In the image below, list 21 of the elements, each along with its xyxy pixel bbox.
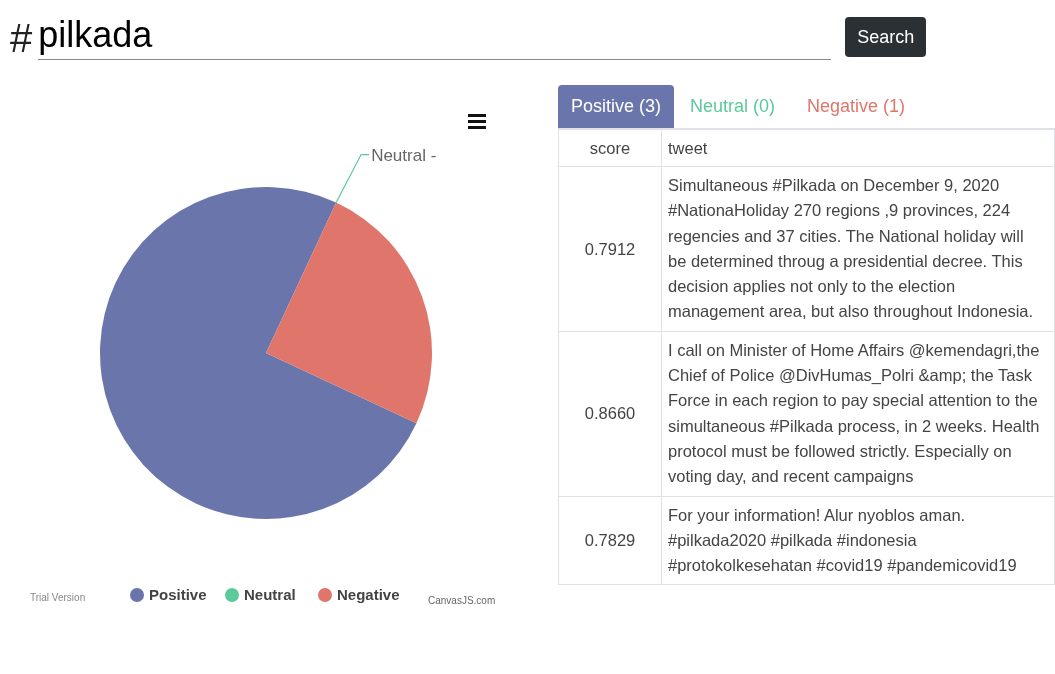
score-cell: 0.7829 xyxy=(558,496,662,585)
tweet-text: For your information! Alur nyoblos aman. #pilkada2020 #pilkada #indonesia #protokolkesehatan #covid19 #pandemicovid19 xyxy=(668,504,1018,577)
leader-line xyxy=(335,153,370,204)
tweet-text: I call on Minister of Home Affairs @kemendagri,the Chief of Police @DivHumas_Polri &amp; the Task Force in each region to pay special attention to the simultaneous #Pilkada process, in 2 weeks. Health protocol must be followed strictly. Especially on voting day, and recent campaigns xyxy=(668,339,1041,488)
trial-version-text: Trial Version xyxy=(30,592,86,603)
legend-label: Neutral xyxy=(244,586,296,603)
tweet-text: Simultaneous #Pilkada on December 9, 2020 #NationaHoliday 270 regions ,9 provinces, 224 regencies and 37 cities. The National holiday will be determined throug a presidential decree. This decision applies not only to the election management area, but also throughout Indonesia. xyxy=(668,175,1035,323)
search-field[interactable]: pilkada xyxy=(38,13,832,60)
score-cell: 0.8660 xyxy=(558,331,662,497)
legend-label: Positive xyxy=(149,586,207,603)
hash-symbol: # xyxy=(10,16,33,60)
search-button[interactable]: Search xyxy=(845,17,927,57)
slice-label: Neutral - xyxy=(371,145,437,165)
column-header: score xyxy=(558,129,662,167)
menu-icon[interactable] xyxy=(468,114,486,129)
tab[interactable]: Positive (3) xyxy=(558,85,675,128)
tab[interactable]: Negative (1) xyxy=(791,85,922,128)
score-cell: 0.7912 xyxy=(558,166,662,332)
column-header: tweet xyxy=(661,129,1055,167)
legend-label: Negative xyxy=(337,586,400,603)
credit-text: CanvasJS.com xyxy=(428,595,496,606)
